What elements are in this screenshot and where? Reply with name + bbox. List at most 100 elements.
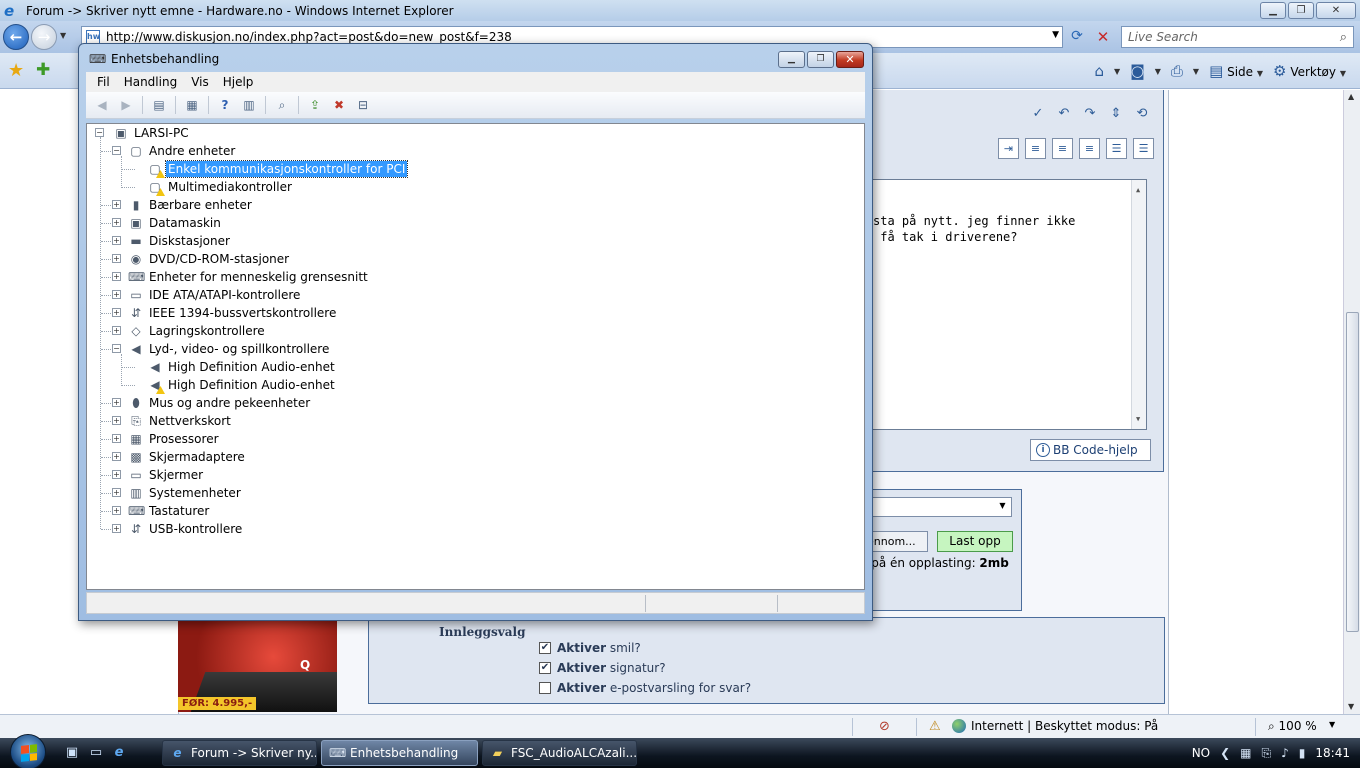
- tree-device[interactable]: ▢ Multimediakontroller: [87, 178, 294, 196]
- option-signature[interactable]: ✔ Aktiver signatur?: [539, 661, 666, 675]
- email-notify-checkbox[interactable]: [539, 682, 551, 694]
- feeds-icon[interactable]: ◙: [1130, 62, 1145, 80]
- expand-icon[interactable]: +: [112, 308, 121, 317]
- indent-icon[interactable]: ⇥: [998, 138, 1019, 159]
- switch-windows-icon[interactable]: ▣: [64, 745, 80, 761]
- bbcode-help-button[interactable]: i BB Code-hjelp: [1030, 439, 1151, 461]
- expand-icon[interactable]: +: [112, 434, 121, 443]
- tree-device[interactable]: ▢ Enkel kommunikasjonskontroller for PCI: [87, 160, 409, 178]
- taskbar-button-ie[interactable]: e Forum -> Skriver ny...: [162, 740, 317, 766]
- expand-icon[interactable]: +: [112, 236, 121, 245]
- network-icon[interactable]: ⎘: [1262, 746, 1272, 761]
- expand-icon[interactable]: +: [112, 506, 121, 515]
- back-button[interactable]: ←: [3, 24, 29, 50]
- expand-icon[interactable]: +: [112, 326, 121, 335]
- ie-quicklaunch-icon[interactable]: e: [111, 745, 127, 761]
- disable-device-icon[interactable]: ⊟: [353, 95, 373, 115]
- menu-handling[interactable]: Handling: [124, 75, 178, 89]
- expand-icon[interactable]: +: [112, 254, 121, 263]
- help-icon[interactable]: ?: [215, 95, 235, 115]
- smileys-checkbox[interactable]: ✔: [539, 642, 551, 654]
- security-zone[interactable]: Internett | Beskyttet modus: På: [952, 719, 1158, 733]
- textarea-scroll-up-icon[interactable]: ▲: [1136, 182, 1140, 198]
- properties-icon[interactable]: ▦: [182, 95, 202, 115]
- back-arrow-icon[interactable]: ◀: [92, 95, 112, 115]
- history-dropdown-icon[interactable]: ▼: [60, 31, 66, 40]
- page-menu-button[interactable]: ▤ Side ▼: [1209, 62, 1263, 80]
- tree-category[interactable]: + ⎘ Nettverkskort: [87, 412, 233, 430]
- show-desktop-icon[interactable]: ▭: [88, 745, 104, 761]
- collapse-icon[interactable]: −: [112, 146, 121, 155]
- tools-menu-button[interactable]: ⚙ Verktøy ▼: [1273, 62, 1346, 80]
- taskbar-button-folder[interactable]: ▰ FSC_AudioALCAzali...: [482, 740, 637, 766]
- dm-minimize-button[interactable]: ▁: [778, 51, 805, 68]
- ie-minimize-button[interactable]: ▁: [1260, 2, 1286, 19]
- add-favorites-icon[interactable]: ✚: [36, 60, 50, 80]
- print-icon[interactable]: ⎙: [1171, 62, 1183, 80]
- home-icon[interactable]: ⌂: [1095, 62, 1105, 80]
- dm-close-button[interactable]: ✕: [836, 51, 864, 68]
- ie-close-button[interactable]: ✕: [1316, 2, 1356, 19]
- start-button[interactable]: [10, 734, 46, 768]
- tray-expand-icon[interactable]: ❮: [1220, 746, 1230, 760]
- undo-icon[interactable]: ↶: [1054, 104, 1074, 124]
- option-smileys[interactable]: ✔ Aktiver smil?: [539, 641, 641, 655]
- tree-category[interactable]: + ▭ IDE ATA/ATAPI-kontrollere: [87, 286, 302, 304]
- clock[interactable]: 18:41: [1315, 746, 1350, 760]
- tree-category[interactable]: + ⇵ IEEE 1394-bussvertskontrollere: [87, 304, 338, 322]
- switch-editor-icon[interactable]: ⟲: [1132, 104, 1152, 124]
- expand-icon[interactable]: +: [112, 272, 121, 281]
- tree-category[interactable]: − ▢ Andre enheter: [87, 142, 237, 160]
- expand-icon[interactable]: +: [112, 524, 121, 533]
- tree-category[interactable]: + ▭ Skjermer: [87, 466, 205, 484]
- tree-device[interactable]: ◀ High Definition Audio-enhet: [87, 376, 337, 394]
- live-search-input[interactable]: Live Search ⌕: [1121, 26, 1354, 48]
- scroll-up-icon[interactable]: ▲: [1348, 92, 1354, 101]
- upload-button[interactable]: Last opp: [937, 531, 1013, 552]
- tree-category[interactable]: + ▩ Skjermadaptere: [87, 448, 247, 466]
- expand-icon[interactable]: +: [112, 290, 121, 299]
- expand-icon[interactable]: +: [112, 398, 121, 407]
- textarea-scroll-down-icon[interactable]: ▼: [1136, 411, 1140, 427]
- scroll-down-icon[interactable]: ▼: [1348, 702, 1354, 711]
- uninstall-icon[interactable]: ✖: [329, 95, 349, 115]
- menu-fil[interactable]: Fil: [97, 75, 110, 89]
- tree-category[interactable]: + ▬ Diskstasjoner: [87, 232, 232, 250]
- tree-root[interactable]: − ▣ LARSI-PC: [93, 124, 191, 142]
- forward-button[interactable]: →: [31, 24, 57, 50]
- tree-category[interactable]: + ▦ Prosessorer: [87, 430, 221, 448]
- volume-icon[interactable]: ♪: [1281, 746, 1289, 760]
- stop-icon[interactable]: ✕: [1093, 28, 1113, 46]
- expand-icon[interactable]: +: [112, 416, 121, 425]
- option-email-notify[interactable]: Aktiver e-postvarsling for svar?: [539, 681, 751, 695]
- address-dropdown-icon[interactable]: ▼: [1052, 30, 1059, 40]
- favorites-star-icon[interactable]: ★: [8, 60, 24, 81]
- language-indicator[interactable]: NO: [1192, 746, 1210, 760]
- dm-maximize-button[interactable]: ❐: [807, 51, 834, 68]
- tree-category[interactable]: + ⌨ Tastaturer: [87, 502, 211, 520]
- expand-icon[interactable]: +: [112, 470, 121, 479]
- tree-category[interactable]: + ▣ Datamaskin: [87, 214, 223, 232]
- power-icon[interactable]: ▮: [1299, 746, 1306, 760]
- textarea-scrollbar[interactable]: ▲ ▼: [1131, 180, 1146, 429]
- refresh-icon[interactable]: ⟳: [1067, 28, 1087, 46]
- tree-category[interactable]: + ◇ Lagringskontrollere: [87, 322, 267, 340]
- home-dropdown-icon[interactable]: ▼: [1114, 67, 1120, 76]
- menu-vis[interactable]: Vis: [191, 75, 209, 89]
- collapse-icon[interactable]: −: [95, 128, 104, 137]
- action-pane-icon[interactable]: ▥: [239, 95, 259, 115]
- tree-category[interactable]: + ▮ Bærbare enheter: [87, 196, 254, 214]
- expand-icon[interactable]: +: [112, 218, 121, 227]
- signature-checkbox[interactable]: ✔: [539, 662, 551, 674]
- update-driver-icon[interactable]: ⇪: [305, 95, 325, 115]
- menu-hjelp[interactable]: Hjelp: [223, 75, 254, 89]
- popup-blocker-icon[interactable]: ⊘: [879, 719, 890, 734]
- chevron-down-icon[interactable]: ▼: [996, 501, 1009, 514]
- align-left-icon[interactable]: ≡: [1025, 138, 1046, 159]
- zoom-level[interactable]: ⌕ 100 %: [1268, 719, 1317, 734]
- message-textarea[interactable]: sta på nytt. jeg finner ikke få tak i dr…: [860, 179, 1147, 430]
- show-hide-tree-icon[interactable]: ▤: [149, 95, 169, 115]
- collapse-icon[interactable]: −: [112, 344, 121, 353]
- resize-icon[interactable]: ⇕: [1106, 104, 1126, 124]
- tree-category[interactable]: + ⇵ USB-kontrollere: [87, 520, 244, 538]
